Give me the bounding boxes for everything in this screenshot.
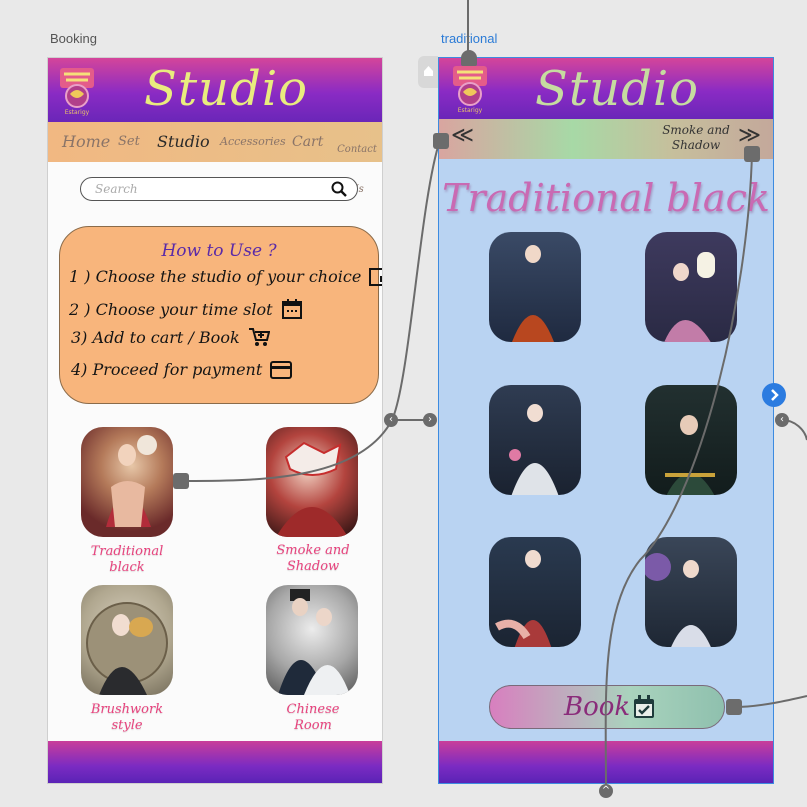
calendar-icon: [281, 299, 302, 319]
selection-handle[interactable]: [762, 383, 786, 407]
how-to-use-card: How to Use ? 1 ) Choose the studio of yo…: [59, 226, 382, 404]
nav-accessories[interactable]: Accessories: [220, 122, 286, 162]
search-input[interactable]: Search: [80, 177, 358, 201]
search-placeholder: Search: [95, 182, 138, 196]
gallery-photo[interactable]: [489, 537, 581, 647]
step-text: 2 ) Choose your time slot: [69, 299, 273, 319]
chevron-right-icon[interactable]: [762, 383, 786, 407]
gallery-image: [495, 550, 552, 647]
logo-icon: Estarigy: [60, 68, 94, 116]
connector-handle[interactable]: [726, 699, 742, 715]
caption-line1: Brushwork: [90, 702, 164, 717]
studio-caption-brushwork-style[interactable]: Brushwork style: [72, 702, 182, 734]
gallery-image: [664, 252, 715, 342]
main-nav: Home Set Studio Accessories Cart Contact…: [48, 122, 382, 195]
caption-line2: Shadow: [286, 559, 340, 574]
app-title: Studio: [535, 61, 700, 117]
traditional-artboard[interactable]: Estarigy Studio ≪ Smoke and Shadow ≫ Trad…: [438, 57, 774, 784]
footer-bar: [48, 741, 382, 783]
footer-bar: [439, 741, 773, 783]
nav-set[interactable]: Set: [118, 122, 140, 162]
logo-icon: Estarigy: [453, 66, 487, 114]
caption-line1: Chinese: [286, 702, 340, 717]
booking-artboard[interactable]: Estarigy Studio Home Set Studio Accessor…: [47, 57, 383, 784]
nav-studio[interactable]: Studio: [157, 122, 210, 162]
connector-node-icon[interactable]: ^: [599, 784, 613, 798]
artboard-label-booking[interactable]: Booking: [50, 31, 97, 46]
gallery-photo[interactable]: [645, 385, 737, 495]
connector-node-icon[interactable]: ‹: [775, 413, 789, 427]
connector-handle[interactable]: [173, 473, 189, 489]
studio-caption-traditional-black[interactable]: Traditional black: [72, 544, 182, 576]
caption-line1: Smoke and: [276, 543, 350, 558]
step-text: 4) Proceed for payment: [71, 360, 263, 379]
caption-line2: Room: [294, 718, 332, 733]
gallery-photo[interactable]: [489, 385, 581, 495]
back-arrow-icon[interactable]: ≪: [451, 123, 474, 148]
picture-in-picture-icon: [369, 267, 382, 286]
svg-text:Estarigy: Estarigy: [458, 107, 483, 114]
studio-photo: [276, 441, 348, 537]
add-cart-icon: [248, 328, 270, 346]
studio-thumb-smoke-and-shadow[interactable]: [266, 427, 358, 537]
connector-node-icon[interactable]: ›: [423, 413, 437, 427]
home-icon[interactable]: [423, 65, 434, 77]
step-add-to-cart: 3) Add to cart / Book: [71, 327, 270, 347]
how-to-use-title: How to Use ?: [161, 241, 277, 261]
studio-thumb-brushwork-style[interactable]: [81, 585, 173, 695]
artboard-label-traditional[interactable]: traditional: [441, 31, 497, 46]
app-title: Studio: [144, 61, 309, 117]
studio-photo: [278, 589, 350, 695]
caption-line2: black: [109, 560, 145, 575]
connector-node-icon[interactable]: ‹: [384, 413, 398, 427]
book-button[interactable]: Book: [489, 685, 725, 729]
next-studio-label[interactable]: Smoke and Shadow: [661, 123, 731, 153]
header-bar: Estarigy Studio: [48, 58, 382, 122]
nav-cart[interactable]: Cart: [292, 122, 323, 162]
connector-handle[interactable]: [744, 146, 760, 162]
gallery-image: [509, 404, 559, 495]
caption-line2: style: [111, 718, 143, 733]
next-label-line2: Shadow: [671, 138, 721, 152]
gallery-image: [512, 245, 554, 342]
connector-handle[interactable]: [461, 50, 477, 66]
credit-card-icon: [270, 360, 293, 379]
studio-title: Traditional black: [442, 176, 770, 220]
step-text: 3) Add to cart / Book: [71, 327, 240, 347]
caption-line1: Traditional: [90, 544, 164, 559]
nav-contact-line1: Contact: [337, 144, 377, 155]
connector-handle[interactable]: [433, 133, 449, 149]
gallery-photo[interactable]: [645, 232, 737, 342]
nav-home[interactable]: Home: [62, 122, 110, 162]
studio-thumb-traditional-black[interactable]: [81, 427, 173, 537]
studio-photo: [106, 435, 157, 527]
gallery-image: [645, 553, 711, 647]
gallery-photo[interactable]: [645, 537, 737, 647]
studio-caption-smoke-and-shadow[interactable]: Smoke and Shadow: [258, 543, 368, 575]
gallery-image: [665, 415, 715, 495]
step-payment: 4) Proceed for payment: [71, 360, 293, 379]
header-bar: Estarigy Studio: [439, 58, 773, 119]
studio-photo: [86, 602, 168, 695]
next-label-line1: Smoke and: [662, 123, 730, 137]
calendar-check-icon: [634, 695, 654, 718]
home-tab[interactable]: [418, 56, 438, 88]
studio-nav: ≪ Smoke and Shadow ≫: [439, 119, 773, 159]
svg-text:Estarigy: Estarigy: [65, 109, 90, 116]
book-button-label: Book: [564, 692, 631, 722]
next-arrow-icon[interactable]: ≫: [738, 123, 761, 148]
step-time-slot: 2 ) Choose your time slot: [69, 298, 303, 320]
search-icon[interactable]: [331, 181, 347, 197]
step-choose-studio: 1 ) Choose the studio of your choice: [69, 267, 382, 286]
studio-caption-chinese-room[interactable]: Chinese Room: [258, 702, 368, 734]
gallery-photo[interactable]: [489, 232, 581, 342]
studio-thumb-chinese-room[interactable]: [266, 585, 358, 695]
step-text: 1 ) Choose the studio of your choice: [69, 267, 362, 286]
